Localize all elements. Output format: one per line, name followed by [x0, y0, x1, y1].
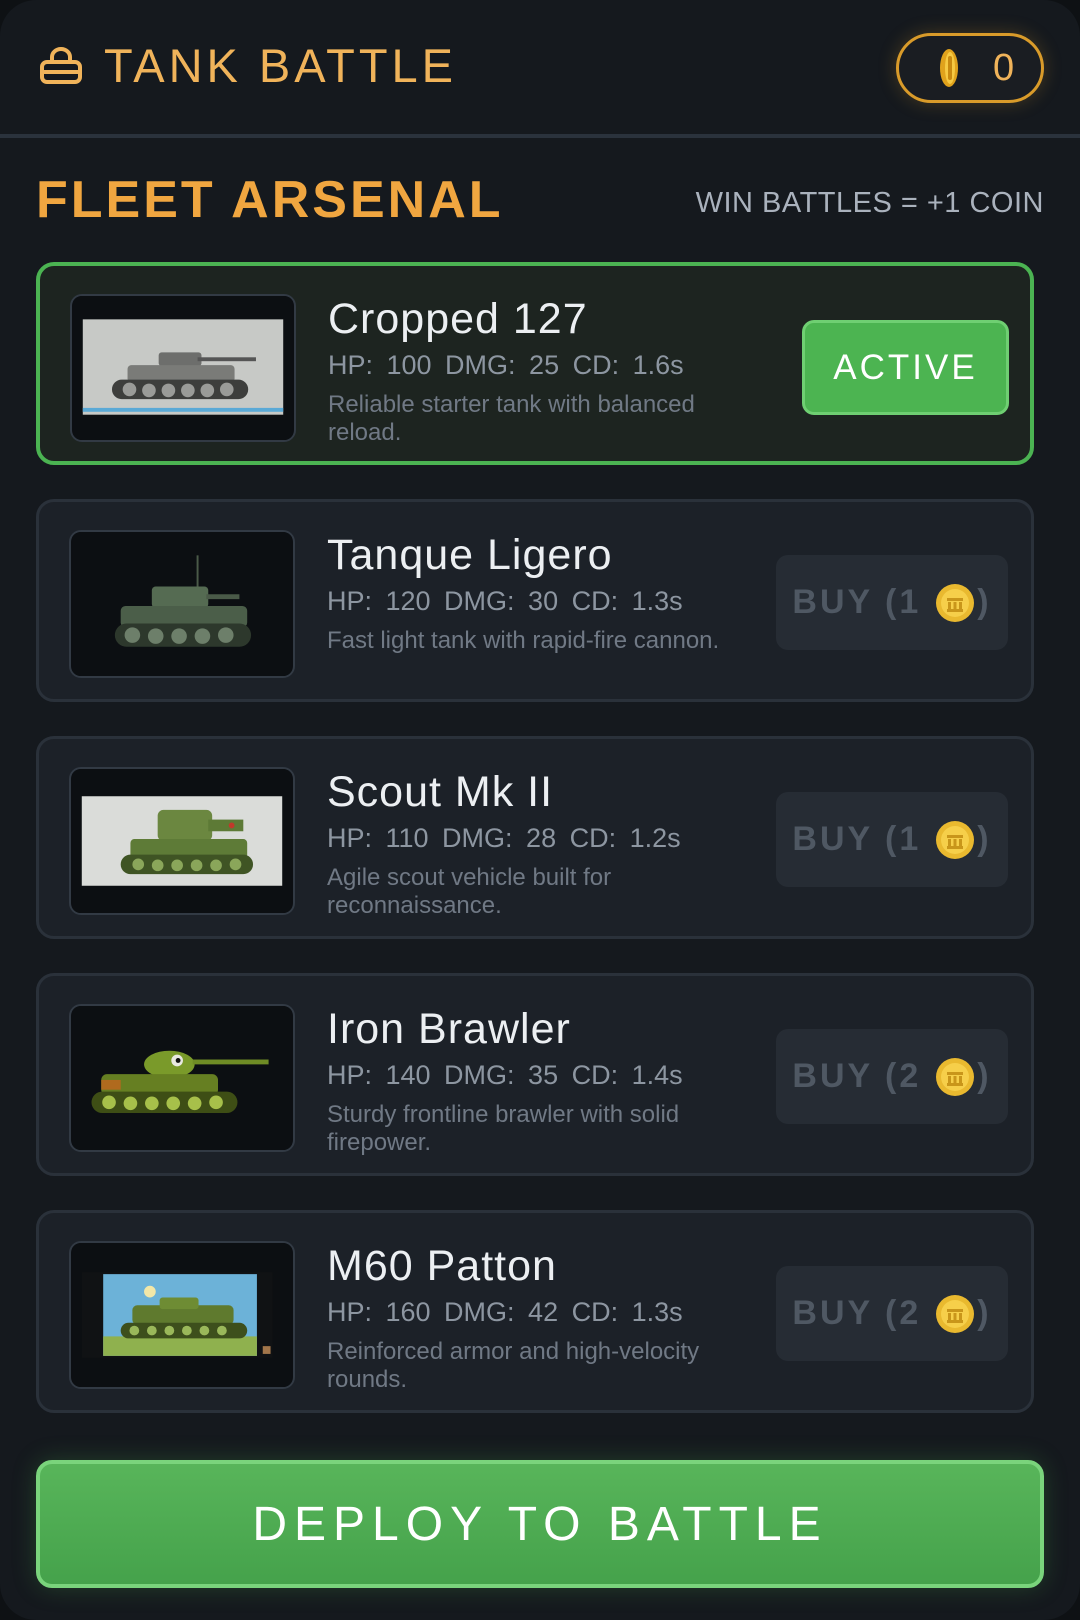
- buy-button[interactable]: BUY (2 ): [776, 1029, 1008, 1124]
- tank-description: Reinforced armor and high-velocity round…: [327, 1338, 700, 1393]
- tank-image: [72, 532, 292, 676]
- tank-name: Tanque Ligero: [327, 531, 613, 579]
- tank-stats: HP: 160 DMG: 42 CD: 1.3s: [327, 1297, 683, 1327]
- buy-label: BUY (2: [792, 1294, 922, 1332]
- brand: TANK BATTLE: [38, 38, 458, 92]
- tank-image: [72, 1243, 292, 1387]
- tank-info: Cropped 127 HP: 100 DMG: 25 CD: 1.6s Rel…: [328, 294, 748, 447]
- tank-thumbnail: [69, 530, 295, 678]
- tank-info: Scout Mk II HP: 110 DMG: 28 CD: 1.2s Agi…: [327, 767, 747, 920]
- tank-stats: HP: 140 DMG: 35 CD: 1.4s: [327, 1060, 683, 1090]
- tank-image: [72, 769, 292, 913]
- tank-card-tanque-ligero[interactable]: Tanque Ligero HP: 120 DMG: 30 CD: 1.3s F…: [36, 499, 1034, 702]
- section-title: FLEET ARSENAL: [36, 171, 504, 229]
- tank-thumbnail: [69, 1004, 295, 1152]
- tank-image: [72, 1006, 292, 1150]
- buy-label-close: ): [977, 820, 992, 858]
- tank-card-scout-mk-ii[interactable]: Scout Mk II HP: 110 DMG: 28 CD: 1.2s Agi…: [36, 736, 1034, 939]
- coin-icon: [940, 49, 958, 87]
- tank-battle-app: TANK BATTLE 0 FLEET ARSENAL WIN BATTLES …: [0, 0, 1080, 1620]
- buy-label-close: ): [977, 583, 992, 621]
- tank-description: Fast light tank with rapid-fire cannon.: [327, 627, 720, 654]
- tank-card-cropped-127[interactable]: Cropped 127 HP: 100 DMG: 25 CD: 1.6s Rel…: [36, 262, 1034, 465]
- tank-stats: HP: 100 DMG: 25 CD: 1.6s: [328, 350, 684, 380]
- buy-label-close: ): [977, 1294, 992, 1332]
- buy-button[interactable]: BUY (1 ): [776, 792, 1008, 887]
- tank-thumbnail: [70, 294, 296, 442]
- tank-name: Cropped 127: [328, 295, 588, 343]
- tank-info: M60 Patton HP: 160 DMG: 42 CD: 1.3s Rein…: [327, 1241, 747, 1394]
- lock-icon: [40, 47, 82, 84]
- gold-coin-icon: [936, 583, 975, 622]
- tank-stats: HP: 110 DMG: 28 CD: 1.2s: [327, 823, 681, 853]
- tank-name: Iron Brawler: [327, 1005, 571, 1053]
- buy-button[interactable]: BUY (2 ): [776, 1266, 1008, 1361]
- tank-description: Reliable starter tank with balanced relo…: [328, 391, 695, 446]
- active-button[interactable]: ACTIVE: [802, 320, 1009, 415]
- app-title: TANK BATTLE: [104, 38, 458, 92]
- buy-label: BUY (1: [792, 820, 922, 858]
- deploy-to-battle-button[interactable]: DEPLOY TO BATTLE: [36, 1460, 1044, 1588]
- coin-count: 0: [993, 46, 1015, 89]
- tank-info: Iron Brawler HP: 140 DMG: 35 CD: 1.4s St…: [327, 1004, 747, 1157]
- section-note: WIN BATTLES = +1 COIN: [695, 187, 1044, 219]
- buy-button[interactable]: BUY (1 ): [776, 555, 1008, 650]
- tank-stats: HP: 120 DMG: 30 CD: 1.3s: [327, 586, 683, 616]
- tank-thumbnail: [69, 767, 295, 915]
- tank-description: Sturdy frontline brawler with solid fire…: [327, 1101, 680, 1156]
- tank-info: Tanque Ligero HP: 120 DMG: 30 CD: 1.3s F…: [327, 530, 747, 655]
- tank-description: Agile scout vehicle built for reconnaiss…: [327, 864, 612, 919]
- buy-label: BUY (1: [792, 583, 922, 621]
- tank-card-iron-brawler[interactable]: Iron Brawler HP: 140 DMG: 35 CD: 1.4s St…: [36, 973, 1034, 1176]
- buy-label-close: ): [977, 1057, 992, 1095]
- top-bar: TANK BATTLE 0: [0, 0, 1080, 138]
- buy-label: BUY (2: [792, 1057, 922, 1095]
- tank-thumbnail: [69, 1241, 295, 1389]
- gold-coin-icon: [936, 1294, 975, 1333]
- tank-card-m60-patton[interactable]: M60 Patton HP: 160 DMG: 42 CD: 1.3s Rein…: [36, 1210, 1034, 1413]
- coin-balance: 0: [896, 33, 1044, 103]
- tank-image: [73, 296, 293, 440]
- gold-coin-icon: [936, 820, 975, 859]
- tank-name: M60 Patton: [327, 1242, 557, 1290]
- gold-coin-icon: [936, 1057, 975, 1096]
- tank-name: Scout Mk II: [327, 768, 554, 816]
